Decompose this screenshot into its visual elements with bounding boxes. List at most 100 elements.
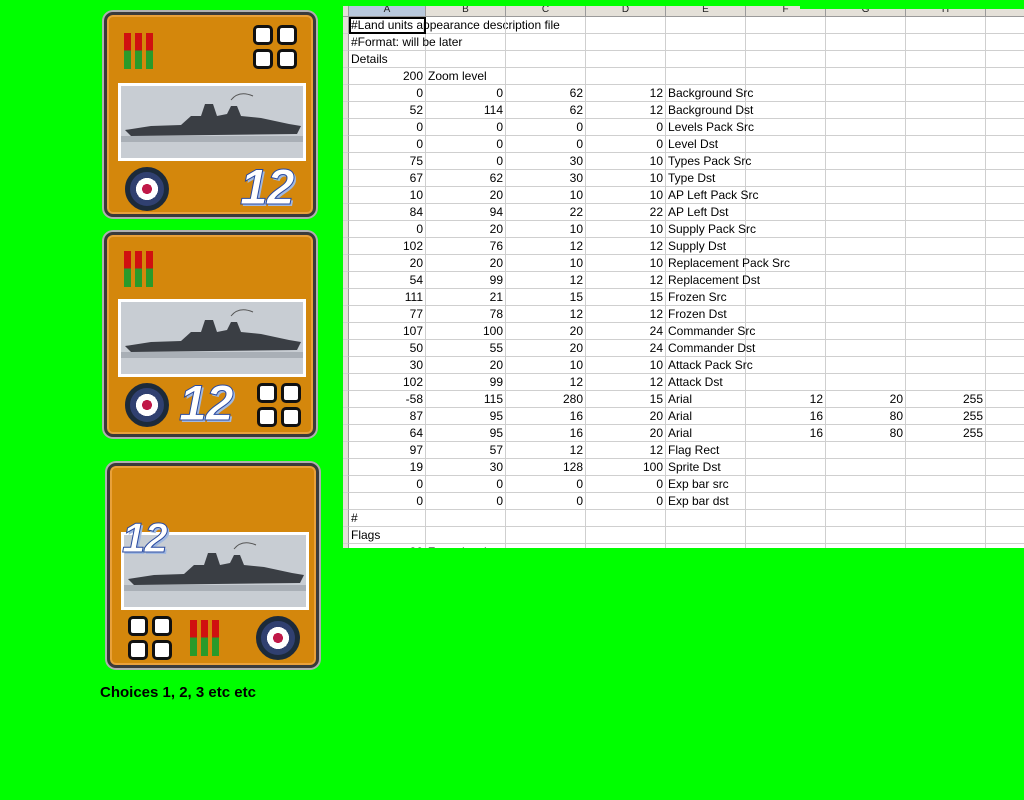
cell-b13[interactable]: 20 — [426, 221, 506, 238]
cell-c1[interactable] — [506, 17, 586, 34]
cell-overflow[interactable] — [986, 85, 1024, 102]
cell-b4[interactable]: Zoom level — [426, 68, 506, 85]
cell-g28[interactable] — [826, 476, 906, 493]
cell-b20[interactable]: 55 — [426, 340, 506, 357]
cell-d14[interactable]: 12 — [586, 238, 666, 255]
cell-overflow[interactable] — [986, 493, 1024, 510]
cell-f10[interactable] — [746, 170, 826, 187]
cell-g30[interactable] — [826, 510, 906, 527]
cell-overflow[interactable] — [986, 476, 1024, 493]
cell-d1[interactable] — [586, 17, 666, 34]
cell-h25[interactable]: 255 — [906, 425, 986, 442]
cell-b1[interactable] — [426, 17, 506, 34]
cell-d10[interactable]: 10 — [586, 170, 666, 187]
cell-g16[interactable] — [826, 272, 906, 289]
cell-overflow[interactable] — [986, 255, 1024, 272]
cell-h12[interactable] — [906, 204, 986, 221]
cell-g25[interactable]: 80 — [826, 425, 906, 442]
cell-h20[interactable] — [906, 340, 986, 357]
cell-a9[interactable]: 75 — [349, 153, 426, 170]
cell-f13[interactable] — [746, 221, 826, 238]
cell-e1[interactable] — [666, 17, 746, 34]
cell-g13[interactable] — [826, 221, 906, 238]
cell-c24[interactable]: 16 — [506, 408, 586, 425]
cell-c23[interactable]: 280 — [506, 391, 586, 408]
cell-f3[interactable] — [746, 51, 826, 68]
cell-d18[interactable]: 12 — [586, 306, 666, 323]
cell-g4[interactable] — [826, 68, 906, 85]
cell-a15[interactable]: 20 — [349, 255, 426, 272]
cell-b16[interactable]: 99 — [426, 272, 506, 289]
cell-c5[interactable]: 62 — [506, 85, 586, 102]
cell-f15[interactable] — [746, 255, 826, 272]
cell-h2[interactable] — [906, 34, 986, 51]
cell-overflow[interactable] — [986, 17, 1024, 34]
cell-f6[interactable] — [746, 102, 826, 119]
cell-f18[interactable] — [746, 306, 826, 323]
cell-b27[interactable]: 30 — [426, 459, 506, 476]
cell-overflow[interactable] — [986, 459, 1024, 476]
cell-b30[interactable] — [426, 510, 506, 527]
column-header-d[interactable]: D — [586, 6, 666, 17]
cell-h8[interactable] — [906, 136, 986, 153]
cell-overflow[interactable] — [986, 204, 1024, 221]
cell-d4[interactable] — [586, 68, 666, 85]
cell-c17[interactable]: 15 — [506, 289, 586, 306]
cell-overflow[interactable] — [986, 374, 1024, 391]
cell-c9[interactable]: 30 — [506, 153, 586, 170]
cell-d12[interactable]: 22 — [586, 204, 666, 221]
cell-overflow[interactable] — [986, 68, 1024, 85]
cell-f9[interactable] — [746, 153, 826, 170]
cell-overflow[interactable] — [986, 119, 1024, 136]
cell-h31[interactable] — [906, 527, 986, 544]
cell-a29[interactable]: 0 — [349, 493, 426, 510]
cell-h18[interactable] — [906, 306, 986, 323]
cell-b11[interactable]: 20 — [426, 187, 506, 204]
cell-h9[interactable] — [906, 153, 986, 170]
cell-f21[interactable] — [746, 357, 826, 374]
cell-b12[interactable]: 94 — [426, 204, 506, 221]
cell-e23[interactable]: Arial — [666, 391, 746, 408]
cell-e21[interactable]: Attack Pack Src — [666, 357, 753, 374]
cell-g27[interactable] — [826, 459, 906, 476]
cell-overflow[interactable] — [986, 34, 1024, 51]
cell-h23[interactable]: 255 — [906, 391, 986, 408]
cell-f8[interactable] — [746, 136, 826, 153]
cell-h21[interactable] — [906, 357, 986, 374]
cell-a22[interactable]: 102 — [349, 374, 426, 391]
cell-overflow[interactable] — [986, 153, 1024, 170]
cell-e16[interactable]: Replacement Dst — [666, 272, 760, 289]
cell-f28[interactable] — [746, 476, 826, 493]
cell-overflow[interactable] — [986, 170, 1024, 187]
spreadsheet-grid[interactable]: ABCDEFGH #Land units appearance descript… — [343, 6, 1024, 553]
cell-overflow[interactable] — [986, 306, 1024, 323]
cell-a13[interactable]: 0 — [349, 221, 426, 238]
cell-b22[interactable]: 99 — [426, 374, 506, 391]
cell-a3[interactable]: Details — [349, 51, 426, 68]
cell-g22[interactable] — [826, 374, 906, 391]
cell-c18[interactable]: 12 — [506, 306, 586, 323]
cell-e20[interactable]: Commander Dst — [666, 340, 755, 357]
cell-c4[interactable] — [506, 68, 586, 85]
cell-g9[interactable] — [826, 153, 906, 170]
cell-e15[interactable]: Replacement Pack Src — [666, 255, 790, 272]
column-header-b[interactable]: B — [426, 6, 506, 17]
cell-e29[interactable]: Exp bar dst — [666, 493, 746, 510]
cell-c10[interactable]: 30 — [506, 170, 586, 187]
cell-g17[interactable] — [826, 289, 906, 306]
cell-e6[interactable]: Background Dst — [666, 102, 753, 119]
cell-d5[interactable]: 12 — [586, 85, 666, 102]
cell-g23[interactable]: 20 — [826, 391, 906, 408]
cell-c15[interactable]: 10 — [506, 255, 586, 272]
cell-d13[interactable]: 10 — [586, 221, 666, 238]
cell-b8[interactable]: 0 — [426, 136, 506, 153]
cell-c14[interactable]: 12 — [506, 238, 586, 255]
cell-e11[interactable]: AP Left Pack Src — [666, 187, 759, 204]
cell-h19[interactable] — [906, 323, 986, 340]
cell-c11[interactable]: 10 — [506, 187, 586, 204]
cell-h14[interactable] — [906, 238, 986, 255]
cell-g29[interactable] — [826, 493, 906, 510]
cell-c3[interactable] — [506, 51, 586, 68]
cell-e28[interactable]: Exp bar src — [666, 476, 746, 493]
cell-b29[interactable]: 0 — [426, 493, 506, 510]
